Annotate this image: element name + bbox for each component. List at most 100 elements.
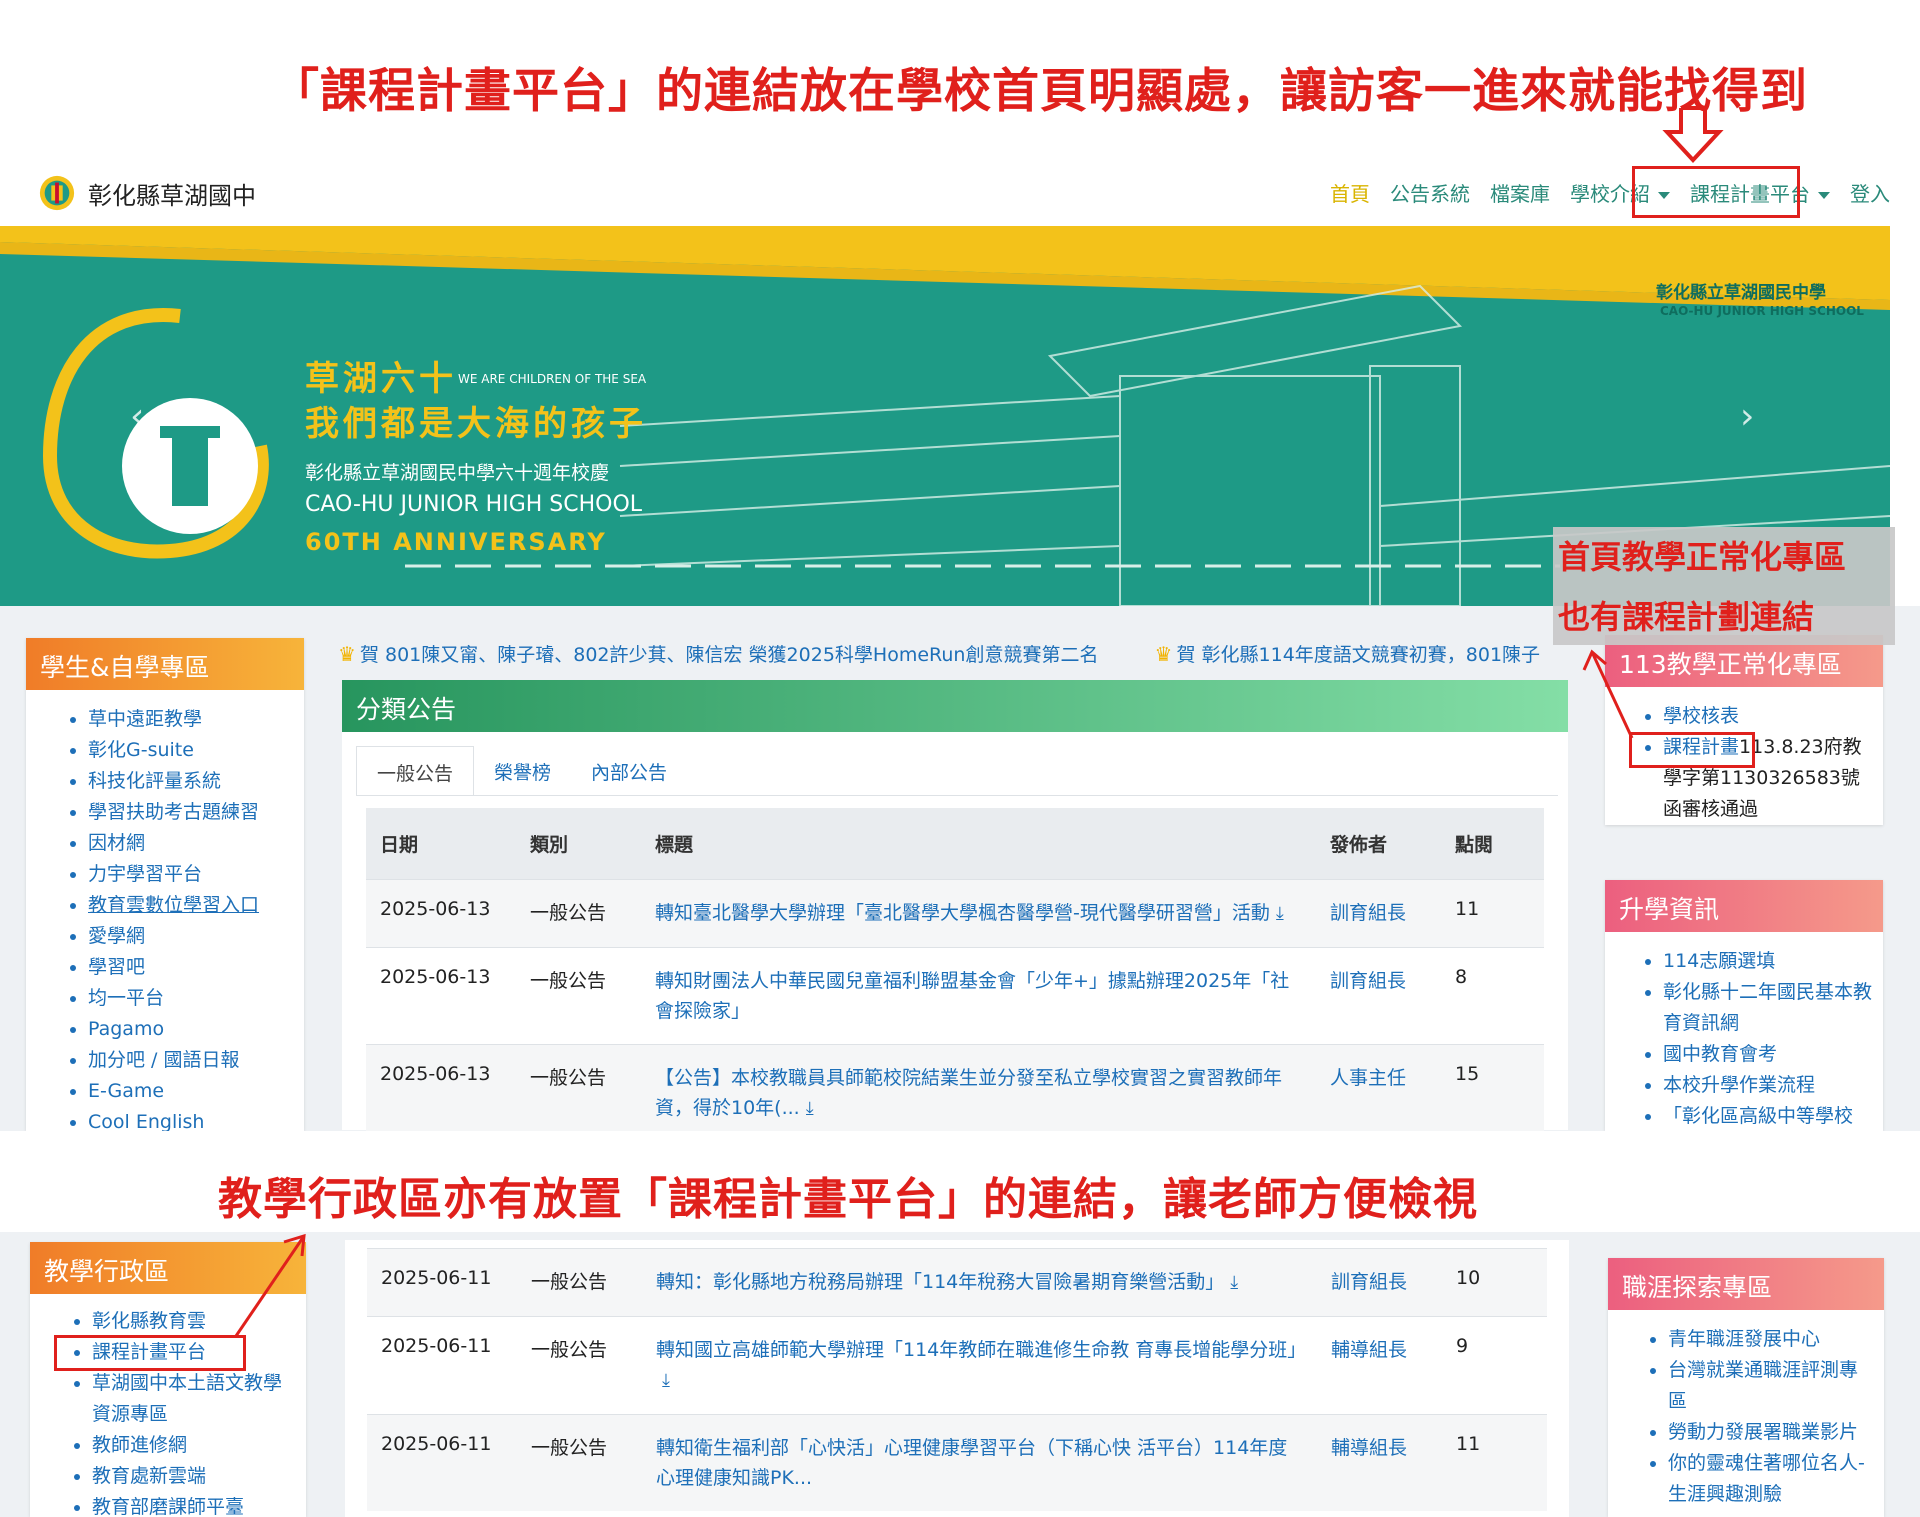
- crown-icon: ♛: [338, 642, 356, 666]
- row-type: 一般公告: [531, 1437, 608, 1459]
- right-link[interactable]: 彰化縣十二年國民基本教育資訊網: [1663, 981, 1872, 1034]
- row-poster[interactable]: 輔導組長: [1317, 1317, 1442, 1415]
- admin-link[interactable]: 教育部磨課師平臺: [92, 1496, 244, 1517]
- right-link[interactable]: 114志願選填: [1663, 950, 1775, 972]
- tab-internal[interactable]: 內部公告: [571, 746, 687, 796]
- nav-announce[interactable]: 公告系統: [1390, 178, 1470, 207]
- table-row: 2025-06-13 一般公告 【公告】本校教職員具師範校院結業生並分發至私立學…: [366, 1044, 1544, 1143]
- row-title-link[interactable]: 【公告】本校教職員具師範校院結業生並分發至私立學校實習之實習教師年資，得於10年…: [655, 1067, 1282, 1119]
- list-item: 教育處新雲端: [92, 1461, 296, 1492]
- left-link[interactable]: 均一平台: [88, 987, 164, 1009]
- admin-link[interactable]: 草湖國中本土語文教學資源專區: [92, 1372, 282, 1425]
- career-link[interactable]: 你的靈魂住著哪位名人-生涯興趣測驗: [1668, 1452, 1865, 1505]
- left-link[interactable]: 學習吧: [88, 956, 145, 978]
- site-header: 彰化縣草湖國中 首頁 公告系統 檔案庫 學校介紹 課程計畫平台 登入: [0, 160, 1890, 222]
- row-views: 11: [1455, 898, 1480, 920]
- banner-line-5: 60TH ANNIVERSARY: [305, 528, 607, 556]
- tab-general[interactable]: 一般公告: [356, 746, 475, 796]
- list-item: 愛學網: [88, 921, 294, 952]
- row-date: 2025-06-11: [381, 1335, 492, 1357]
- left-link[interactable]: 學習扶助考古題練習: [88, 801, 259, 823]
- left-link[interactable]: 加分吧 / 國語日報: [88, 1049, 239, 1071]
- download-icon[interactable]: ⤓: [1230, 1272, 1238, 1293]
- left-link[interactable]: 力宇學習平台: [88, 863, 202, 885]
- left-link[interactable]: 彰化G-suite: [88, 739, 194, 761]
- announcement-table: 日期 類別 標題 發佈者 點閱 2025-06-13 一般公告 轉知臺北醫學大學…: [366, 808, 1544, 1142]
- annotation-note-2: 也有課程計劃連結: [1558, 598, 1815, 636]
- nav-home[interactable]: 首頁: [1330, 178, 1370, 207]
- row-title-link[interactable]: 轉知臺北醫學大學辦理「臺北醫學大學楓杏醫學營-現代醫學研習營」活動: [655, 902, 1270, 924]
- career-panel-list: 青年職涯發展中心 台灣就業通職涯評測專區 勞動力發展署職業影片 你的靈魂住著哪位…: [1608, 1310, 1884, 1517]
- list-item: 彰化縣教育雲: [92, 1306, 296, 1337]
- row-date: 2025-06-13: [380, 966, 491, 988]
- row-poster[interactable]: 人事主任: [1316, 1045, 1441, 1143]
- row-poster[interactable]: 訓育組長: [1317, 1249, 1442, 1317]
- nav-archive[interactable]: 檔案庫: [1490, 178, 1550, 207]
- banner-school-cn: 彰化縣立草湖國民中學: [1656, 283, 1826, 303]
- left-panel-title: 學生&自學專區: [26, 638, 304, 690]
- row-poster[interactable]: 訓育組長: [1316, 948, 1441, 1045]
- row-date: 2025-06-13: [380, 898, 491, 920]
- left-link[interactable]: E-Game: [88, 1080, 164, 1102]
- download-icon[interactable]: ⤓: [806, 1098, 814, 1119]
- left-link[interactable]: Pagamo: [88, 1018, 164, 1040]
- row-poster[interactable]: 訓育組長: [1316, 880, 1441, 948]
- right-panel-2-title: 升學資訊: [1605, 880, 1883, 932]
- crown-icon: ♛: [1154, 642, 1173, 666]
- marquee-item[interactable]: 賀 彰化縣114年度語文競賽初賽，801陳子: [1176, 644, 1540, 666]
- row-type: 一般公告: [530, 902, 607, 924]
- right-link[interactable]: 學校核表: [1663, 705, 1739, 727]
- left-link[interactable]: 草中遠距教學: [88, 708, 202, 730]
- right-link[interactable]: 本校升學作業流程: [1663, 1074, 1815, 1096]
- career-link[interactable]: 青年職涯發展中心: [1668, 1328, 1820, 1350]
- career-link[interactable]: 勞動力發展署職業影片: [1668, 1421, 1858, 1443]
- row-title-link[interactable]: 轉知國立高雄師範大學辦理「114年教師在職進修生命教 育專長增能學分班」: [656, 1339, 1306, 1361]
- annotation-note-1: 首頁教學正常化專區: [1558, 538, 1847, 576]
- left-link[interactable]: 科技化評量系統: [88, 770, 221, 792]
- announcement-card-lower: 2025-06-11 一般公告 轉知：彰化縣地方稅務局辦理「114年稅務大冒險暑…: [345, 1240, 1569, 1517]
- list-item: 學習扶助考古題練習: [88, 797, 294, 828]
- nav-login[interactable]: 登入: [1850, 178, 1890, 207]
- tab-honor[interactable]: 榮譽榜: [474, 746, 571, 796]
- admin-link[interactable]: 教育處新雲端: [92, 1465, 206, 1487]
- left-link[interactable]: 愛學網: [88, 925, 145, 947]
- carousel-next-icon[interactable]: ›: [1740, 396, 1754, 437]
- row-title-cell: 轉知：彰化縣地方稅務局辦理「114年稅務大冒險暑期育樂營活動」 ⤓: [642, 1249, 1317, 1317]
- chevron-down-icon: [1818, 192, 1830, 199]
- col-views: 點閱: [1441, 808, 1544, 880]
- list-item: 草湖國中本土語文教學資源專區: [92, 1368, 296, 1430]
- banner-line-4: CAO-HU JUNIOR HIGH SCHOOL: [305, 492, 643, 517]
- row-views: 8: [1455, 966, 1468, 988]
- career-link[interactable]: 台灣就業通職涯評測專區: [1668, 1359, 1858, 1412]
- admin-link[interactable]: 彰化縣教育雲: [92, 1310, 206, 1332]
- career-panel-title: 職涯探索專區: [1608, 1258, 1884, 1310]
- row-type: 一般公告: [531, 1271, 608, 1293]
- row-title-link[interactable]: 轉知財團法人中華民國兒童福利聯盟基金會「少年+」據點辦理2025年「社會探險家」: [655, 970, 1289, 1022]
- left-link[interactable]: Cool English: [88, 1111, 204, 1133]
- announcement-title: 分類公告: [342, 680, 1568, 732]
- download-icon[interactable]: ⤓: [1276, 903, 1284, 924]
- list-item: 學習吧: [88, 952, 294, 983]
- list-item: 加分吧 / 國語日報: [88, 1045, 294, 1076]
- marquee-item[interactable]: 賀 801陳又甯、陳子璿、802許少萁、陳信宏 榮獲2025科學HomeRun創…: [360, 644, 1099, 666]
- career-panel: 職涯探索專區 青年職涯發展中心 台灣就業通職涯評測專區 勞動力發展署職業影片 你…: [1608, 1258, 1884, 1517]
- list-item: 本校升學作業流程: [1663, 1070, 1873, 1101]
- left-link[interactable]: 教育雲數位學習入口: [88, 894, 259, 916]
- right-panel-admission: 升學資訊 114志願選填 彰化縣十二年國民基本教育資訊網 國中教育會考 本校升學…: [1605, 880, 1883, 1131]
- right-link[interactable]: 「彰化區高級中等學校: [1663, 1105, 1853, 1127]
- row-poster[interactable]: 輔導組長: [1317, 1415, 1442, 1512]
- row-views: 11: [1456, 1433, 1481, 1455]
- left-link[interactable]: 因材網: [88, 832, 145, 854]
- table-row: 2025-06-11 一般公告 轉知衛生福利部「心快活」心理健康學習平台（下稱心…: [367, 1414, 1547, 1512]
- admin-panel: 教學行政區 彰化縣教育雲 課程計畫平台 草湖國中本土語文教學資源專區 教師進修網…: [30, 1242, 306, 1517]
- download-icon[interactable]: ⤓: [662, 1370, 670, 1391]
- table-row: 2025-06-11 一般公告 轉知國立高雄師範大學辦理「114年教師在職進修生…: [367, 1316, 1547, 1415]
- site-name[interactable]: 彰化縣草湖國中: [88, 176, 256, 211]
- list-item: 均一平台: [88, 983, 294, 1014]
- admin-link[interactable]: 教師進修網: [92, 1434, 187, 1456]
- list-item: 教育部磨課師平臺: [92, 1492, 296, 1517]
- row-title-link[interactable]: 轉知：彰化縣地方稅務局辦理「114年稅務大冒險暑期育樂營活動」: [656, 1271, 1224, 1293]
- carousel-prev-icon[interactable]: ‹: [130, 396, 144, 437]
- right-link[interactable]: 國中教育會考: [1663, 1043, 1777, 1065]
- row-title-link[interactable]: 轉知衛生福利部「心快活」心理健康學習平台（下稱心快 活平台）114年度心理健康知…: [656, 1437, 1287, 1489]
